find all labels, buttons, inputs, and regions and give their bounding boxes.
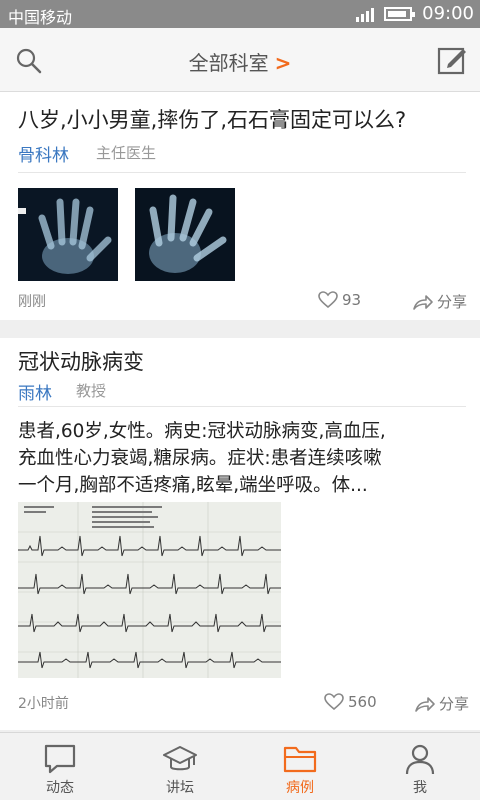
tab-label: 我 (413, 780, 427, 796)
like-count: 93 (342, 291, 362, 309)
department-label: 全部科室 (188, 51, 269, 75)
battery-icon (384, 6, 416, 21)
compose-icon[interactable] (436, 44, 468, 76)
signal-icon (356, 6, 375, 22)
tab-forum[interactable]: 讲坛 (120, 733, 240, 800)
like-button[interactable]: 93 (318, 291, 361, 309)
author-role: 教授 (76, 382, 107, 400)
case-title: 八岁,小小男童,摔伤了,石石膏固定可以么? (18, 108, 407, 132)
description-line: 患者,60岁,女性。病史:冠状动脉病变,高血压, (18, 421, 386, 442)
tab-cases[interactable]: 病例 (240, 733, 360, 800)
like-count: 560 (348, 693, 377, 711)
description-line: 充血性心力衰竭,糖尿病。症状:患者连续咳嗽 (18, 448, 382, 469)
description-line: 一个月,胸部不适疼痛,眩晕,端坐呼吸。体... (18, 475, 368, 496)
share-icon (415, 696, 435, 712)
share-button[interactable]: 分享 (412, 291, 467, 312)
hand-xray-image[interactable] (18, 188, 118, 281)
ecg-image[interactable] (18, 502, 281, 678)
share-icon (413, 294, 433, 310)
folder-icon (283, 746, 317, 773)
tab-dynamics[interactable]: 动态 (0, 733, 120, 800)
share-button[interactable]: 分享 (414, 693, 469, 714)
heart-icon (318, 291, 338, 309)
heart-icon (324, 693, 344, 711)
graduation-cap-icon (163, 746, 197, 771)
divider (18, 406, 466, 407)
author-name[interactable]: 雨林 (18, 379, 52, 404)
tab-label: 讲坛 (166, 780, 194, 796)
tab-label: 病例 (286, 780, 314, 796)
post-time: 刚刚 (18, 294, 46, 310)
top-navbar: 全部科室 > (0, 28, 480, 92)
author-role: 主任医生 (96, 144, 157, 162)
department-selector[interactable]: 全部科室 > (0, 47, 480, 76)
author-name[interactable]: 骨科林 (18, 141, 69, 166)
case-description: 患者,60岁,女性。病史:冠状动脉病变,高血压, 充血性心力衰竭,糖尿病。症状:… (18, 418, 466, 499)
person-icon (405, 744, 435, 775)
chat-icon (44, 744, 76, 774)
like-button[interactable]: 560 (324, 693, 377, 711)
case-card[interactable]: 冠状动脉病变 雨林 教授 患者,60岁,女性。病史:冠状动脉病变,高血压, 充血… (0, 338, 480, 730)
post-time: 2小时前 (18, 696, 69, 712)
case-title: 冠状动脉病变 (18, 350, 144, 374)
carrier-name: 中国移动 (8, 8, 73, 27)
share-label: 分享 (439, 695, 470, 713)
tab-me[interactable]: 我 (360, 733, 480, 800)
case-card[interactable]: 八岁,小小男童,摔伤了,石石膏固定可以么? 骨科林 主任医生 刚刚 93 分享 (0, 92, 480, 320)
status-bar: 中国移动 09:00 (0, 0, 480, 28)
status-time: 09:00 (422, 3, 474, 24)
tab-label: 动态 (46, 780, 74, 796)
chevron-right-icon: > (274, 51, 292, 75)
bottom-tab-bar: 动态 讲坛 病例 我 (0, 732, 480, 800)
share-label: 分享 (437, 293, 468, 311)
divider (18, 172, 466, 173)
hand-xray-image[interactable] (135, 188, 235, 281)
